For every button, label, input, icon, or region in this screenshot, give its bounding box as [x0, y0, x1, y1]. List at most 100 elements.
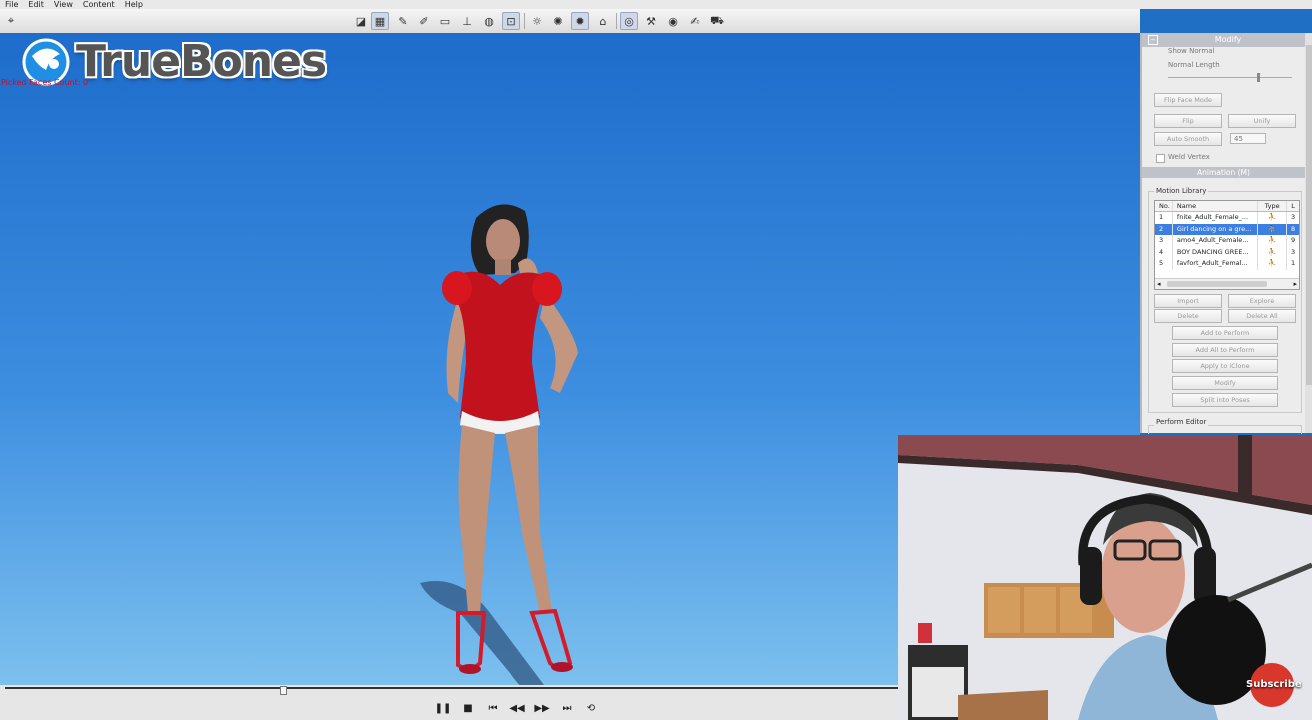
sphere-icon[interactable]: ◍: [480, 12, 498, 30]
row-l: 1: [1290, 259, 1296, 268]
menu-edit[interactable]: Edit: [23, 0, 49, 9]
timeline-bar: ❚❚ ■ ⏮ ◀◀ ▶▶ ⏭ ⟲: [0, 685, 898, 720]
modify-panel: − Modify Show Normal Normal Length Flip F…: [1140, 33, 1312, 434]
add-all-to-perform-button[interactable]: Add All to Perform: [1172, 343, 1278, 357]
show-normal-label: Show Normal: [1168, 47, 1215, 55]
row-l: 8: [1290, 224, 1296, 233]
picked-faces-count: Picked Faces Count: 0: [1, 78, 89, 87]
weld-vertex-checkbox[interactable]: [1156, 154, 1165, 163]
unify-button[interactable]: Unify: [1228, 114, 1296, 128]
webcam-video: [898, 435, 1312, 720]
table-row[interactable]: 4 BOY DANCING GREE... ⛹ 3: [1155, 246, 1299, 259]
explore-button[interactable]: Explore: [1228, 294, 1296, 308]
wireframe-icon[interactable]: ◪: [352, 12, 370, 30]
table-row[interactable]: 3 amo4_Adult_Female... ⛹ 9: [1155, 235, 1299, 247]
flip-button[interactable]: Flip: [1154, 114, 1222, 128]
menu-file[interactable]: File: [0, 0, 23, 9]
row-l: 3: [1290, 247, 1296, 256]
light2-icon[interactable]: ✺: [549, 12, 567, 30]
panel-scrollbar[interactable]: [1305, 33, 1312, 433]
gallery-icon[interactable]: ⌂: [594, 12, 612, 30]
globe-icon[interactable]: ◎: [620, 12, 638, 30]
perform-editor-group: [1148, 425, 1302, 434]
camera-icon[interactable]: ◉: [664, 12, 682, 30]
timeline-playhead[interactable]: [280, 686, 288, 695]
auto-smooth-button[interactable]: Auto Smooth: [1154, 132, 1222, 146]
col-name[interactable]: Name: [1173, 201, 1259, 211]
logo-text: TrueBones: [76, 35, 327, 87]
sun-icon[interactable]: ✹: [571, 12, 589, 30]
first-frame-icon[interactable]: ⏮: [486, 701, 500, 715]
scroll-left-icon[interactable]: ◂: [1157, 279, 1161, 289]
pause-icon[interactable]: ❚❚: [435, 701, 452, 715]
modify-header[interactable]: − Modify: [1142, 33, 1312, 47]
row-no: 4: [1155, 246, 1173, 259]
add-to-perform-button[interactable]: Add to Perform: [1172, 326, 1278, 340]
menu-content[interactable]: Content: [78, 0, 120, 9]
delete-button[interactable]: Delete: [1154, 309, 1222, 323]
split-into-poses-button[interactable]: Split into Poses: [1172, 393, 1278, 407]
col-l[interactable]: L: [1287, 201, 1299, 211]
pivot-icon[interactable]: ⊥: [458, 12, 476, 30]
viewport-stats: Picked Faces Count: 0: [1, 79, 88, 87]
table-row[interactable]: 1 fnite_Adult_Female_... ⛹ 3: [1155, 212, 1299, 224]
grid-icon[interactable]: ▦: [371, 12, 389, 30]
row-l: 3: [1290, 213, 1296, 221]
col-type[interactable]: Type: [1258, 201, 1288, 211]
normal-length-slider[interactable]: [1168, 73, 1292, 82]
flip-face-mode-button[interactable]: Flip Face Mode: [1154, 93, 1222, 107]
brush-icon[interactable]: ✍: [686, 12, 704, 30]
modify-motion-button[interactable]: Modify: [1172, 376, 1278, 390]
table-row-selected[interactable]: 2 Girl dancing on a gre... ⛹ 8: [1155, 223, 1299, 236]
screen-icon[interactable]: ▭: [436, 12, 454, 30]
motion-type-icon: ⛹: [1258, 246, 1288, 259]
panel-scroll-thumb[interactable]: [1306, 45, 1312, 385]
import-button[interactable]: Import: [1154, 294, 1222, 308]
previous-icon[interactable]: ◀◀: [509, 701, 524, 715]
menu-bar: File Edit View Content Help: [0, 0, 1312, 9]
perform-editor-label: Perform Editor: [1154, 418, 1209, 426]
row-l: 9: [1290, 236, 1296, 245]
stop-icon[interactable]: ■: [461, 701, 475, 715]
hscroll-thumb[interactable]: [1167, 281, 1267, 287]
col-no[interactable]: No.: [1155, 201, 1173, 211]
select-icon[interactable]: ⌖: [2, 12, 20, 30]
paint-icon[interactable]: ✐: [415, 12, 433, 30]
scroll-right-icon[interactable]: ▸: [1293, 279, 1297, 289]
auto-smooth-value[interactable]: 45: [1230, 133, 1266, 144]
webcam-overlay: Subscribe: [898, 435, 1312, 720]
last-frame-icon[interactable]: ⏭: [560, 701, 574, 715]
character-figure: [420, 204, 578, 685]
next-icon[interactable]: ▶▶: [534, 701, 549, 715]
table-row[interactable]: 5 favfort_Adult_Femal... ⛹ 1: [1155, 258, 1299, 270]
menu-help[interactable]: Help: [120, 0, 148, 9]
motion-type-icon: ⛹: [1258, 212, 1288, 224]
light-icon[interactable]: ☼: [528, 12, 546, 30]
row-no: 2: [1155, 223, 1173, 236]
row-name: favfort_Adult_Femal...: [1173, 258, 1259, 270]
row-no: 3: [1155, 235, 1173, 247]
menu-view[interactable]: View: [49, 0, 78, 9]
loop-icon[interactable]: ⟲: [584, 701, 598, 715]
cart-icon[interactable]: ⛟: [708, 12, 726, 30]
normal-length-thumb[interactable]: [1257, 73, 1261, 82]
subscribe-badge[interactable]: Subscribe: [1246, 679, 1302, 690]
motion-type-icon: ⛹: [1258, 235, 1288, 247]
delete-all-button[interactable]: Delete All: [1228, 309, 1296, 323]
wrench-icon[interactable]: ⚒: [642, 12, 660, 30]
timeline-track[interactable]: [5, 686, 898, 695]
row-no: 1: [1155, 212, 1173, 224]
row-name: BOY DANCING GREE...: [1173, 246, 1259, 259]
row-name: amo4_Adult_Female...: [1173, 235, 1259, 247]
motion-library-table: No. Name Type L 1 fnite_Adult_Female_... ⛹…: [1154, 200, 1300, 290]
table-header: No. Name Type L: [1155, 201, 1299, 212]
animation-header[interactable]: Animation (M): [1142, 167, 1305, 178]
collapse-icon[interactable]: −: [1148, 35, 1158, 45]
apply-to-iclone-button[interactable]: Apply to iClone: [1172, 359, 1278, 373]
table-hscrollbar[interactable]: ◂ ▸: [1155, 278, 1299, 289]
modify-title: Modify: [1214, 35, 1242, 44]
toolbar: ⌖ ◪ ▦ ✎ ✐ ▭ ⊥ ◍ ⊡ ☼ ✺ ✹ ⌂ ◎ ⚒ ◉ ✍ ⛟: [0, 9, 1140, 34]
sculpt-icon[interactable]: ✎: [394, 12, 412, 30]
frame-icon[interactable]: ⊡: [502, 12, 520, 30]
row-name: Girl dancing on a gre...: [1173, 223, 1259, 236]
